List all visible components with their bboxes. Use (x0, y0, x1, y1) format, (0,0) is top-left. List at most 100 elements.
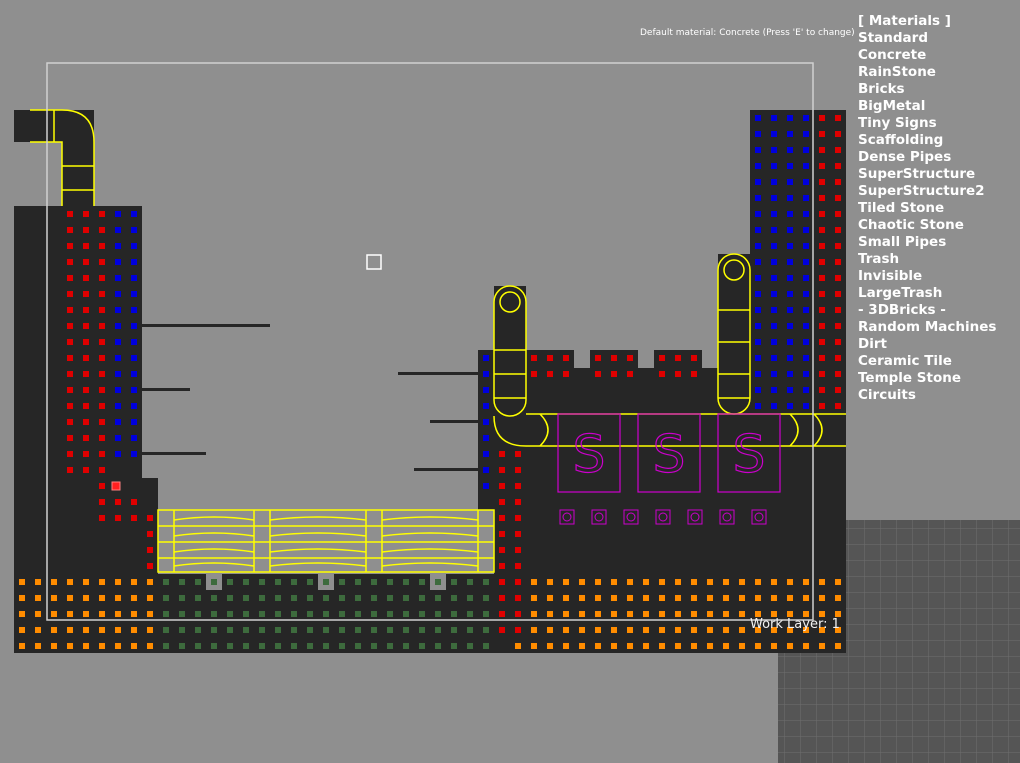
material-item-bigmetal[interactable]: BigMetal (858, 98, 996, 115)
metal-dot (771, 195, 777, 201)
dirt-dot (99, 611, 105, 617)
dirt-dot (67, 627, 73, 633)
metal-dot (771, 403, 777, 409)
brick-dot (819, 211, 825, 217)
material-item-rainstone[interactable]: RainStone (858, 64, 996, 81)
dirt-dot (131, 643, 137, 649)
material-item-standard[interactable]: Standard (858, 30, 996, 47)
dirt-dot (19, 595, 25, 601)
material-item-chaotic-stone[interactable]: Chaotic Stone (858, 217, 996, 234)
stone-dot (179, 611, 185, 617)
metal-dot (787, 387, 793, 393)
metal-dot (803, 387, 809, 393)
brick-dot (835, 371, 841, 377)
brick-dot (835, 275, 841, 281)
dirt-dot (19, 627, 25, 633)
metal-dot (771, 275, 777, 281)
material-item-tiled-stone[interactable]: Tiled Stone (858, 200, 996, 217)
metal-dot (803, 211, 809, 217)
brick-dot (115, 499, 121, 505)
cursor-square-icon[interactable] (366, 254, 382, 270)
brick-dot (67, 387, 73, 393)
brick-dot (835, 403, 841, 409)
material-item-trash[interactable]: Trash (858, 251, 996, 268)
dirt-dot (819, 595, 825, 601)
material-item-dirt[interactable]: Dirt (858, 336, 996, 353)
metal-dot (803, 275, 809, 281)
dirt-dot (723, 611, 729, 617)
metal-dot (803, 339, 809, 345)
material-item-small-pipes[interactable]: Small Pipes (858, 234, 996, 251)
material-item-largetrash[interactable]: LargeTrash (858, 285, 996, 302)
brick-dot (819, 387, 825, 393)
dirt-dot (643, 595, 649, 601)
metal-dot (803, 355, 809, 361)
material-item-scaffolding[interactable]: Scaffolding (858, 132, 996, 149)
brick-dot (835, 211, 841, 217)
material-item-circuits[interactable]: Circuits (858, 387, 996, 404)
metal-dot (771, 211, 777, 217)
dirt-dot (147, 595, 153, 601)
stone-dot (259, 627, 265, 633)
metal-dot (483, 435, 489, 441)
stone-dot (291, 595, 297, 601)
metal-dot (131, 291, 137, 297)
brick-dot (835, 131, 841, 137)
stone-dot (227, 643, 233, 649)
dirt-dot (99, 643, 105, 649)
material-item-superstructure[interactable]: SuperStructure (858, 166, 996, 183)
stone-dot (243, 643, 249, 649)
metal-dot (115, 339, 121, 345)
brick-dot (67, 371, 73, 377)
dirt-dot (35, 611, 41, 617)
brick-dot (819, 115, 825, 121)
metal-dot (803, 147, 809, 153)
stone-dot (483, 627, 489, 633)
material-item-tiny-signs[interactable]: Tiny Signs (858, 115, 996, 132)
material-item-temple-stone[interactable]: Temple Stone (858, 370, 996, 387)
dirt-dot (99, 579, 105, 585)
dirt-dot (147, 627, 153, 633)
material-item-concrete[interactable]: Concrete (858, 47, 996, 64)
dirt-dot (563, 595, 569, 601)
metal-dot (787, 195, 793, 201)
metal-dot (131, 323, 137, 329)
stone-dot (275, 643, 281, 649)
metal-dot (787, 371, 793, 377)
material-item-bricks[interactable]: Bricks (858, 81, 996, 98)
material-item-random-machines[interactable]: Random Machines (858, 319, 996, 336)
stone-dot (339, 579, 345, 585)
dirt-dot (579, 627, 585, 633)
brick-dot (531, 371, 537, 377)
metal-dot (131, 307, 137, 313)
brick-dot (99, 227, 105, 233)
stone-dot (355, 611, 361, 617)
stone-dot (467, 611, 473, 617)
material-item-superstructure2[interactable]: SuperStructure2 (858, 183, 996, 200)
material-item-ceramic-tile[interactable]: Ceramic Tile (858, 353, 996, 370)
stone-dot (195, 579, 201, 585)
brick-dot (563, 355, 569, 361)
material-item-dense-pipes[interactable]: Dense Pipes (858, 149, 996, 166)
dirt-dot (115, 579, 121, 585)
dirt-dot (803, 643, 809, 649)
brick-dot (99, 403, 105, 409)
material-item-invisible[interactable]: Invisible (858, 268, 996, 285)
stone-dot (467, 595, 473, 601)
metal-dot (131, 243, 137, 249)
metal-dot (803, 195, 809, 201)
brick-dot (499, 579, 505, 585)
metal-dot (131, 355, 137, 361)
brick-dot (835, 387, 841, 393)
material-item-3dbricks[interactable]: - 3DBricks - (858, 302, 996, 319)
brick-dot (147, 547, 153, 553)
brick-dot (515, 467, 521, 473)
brick-dot (835, 259, 841, 265)
dirt-dot (19, 611, 25, 617)
stone-dot (467, 643, 473, 649)
stone-dot (435, 595, 441, 601)
dirt-dot (547, 643, 553, 649)
stone-dot (259, 595, 265, 601)
brick-dot (819, 179, 825, 185)
brick-dot (67, 275, 73, 281)
